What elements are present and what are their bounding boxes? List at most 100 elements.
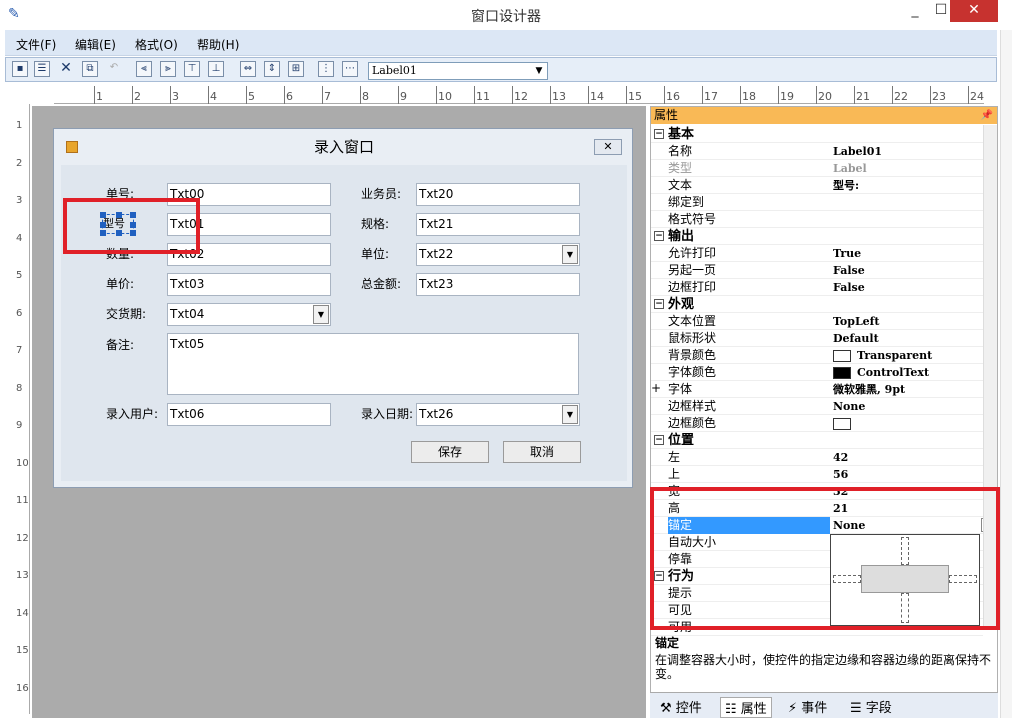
control-selector-combo[interactable]: Label01 ▼ — [368, 62, 548, 80]
property-row[interactable]: 上 56 — [651, 466, 983, 483]
property-row[interactable]: 文本位置 TopLeft — [651, 313, 983, 330]
cancel-button[interactable]: 取消 — [503, 441, 581, 463]
property-value[interactable]: Label01 — [833, 143, 981, 160]
collapse-icon[interactable]: − — [654, 435, 664, 445]
field-unit-price[interactable]: Txt03 — [167, 273, 331, 296]
property-value[interactable]: Label — [833, 160, 981, 177]
align-top-icon[interactable]: ⊤ — [184, 61, 200, 77]
property-row[interactable]: 绑定到 — [651, 194, 983, 211]
property-category[interactable]: − 输出 — [651, 228, 983, 245]
property-row[interactable]: + 字体 微软雅黑, 9pt — [651, 381, 983, 398]
label-entry-user[interactable]: 录入用户: — [106, 405, 158, 422]
property-value[interactable]: False — [833, 262, 981, 279]
collapse-icon[interactable]: − — [654, 231, 664, 241]
copy-icon[interactable]: ⧉ — [82, 61, 98, 77]
tab-fields[interactable]: ☰ 字段 — [850, 697, 892, 716]
undo-icon[interactable]: ↶ — [106, 61, 122, 77]
property-row[interactable]: 鼠标形状 Default — [651, 330, 983, 347]
chevron-down-icon[interactable]: ▼ — [562, 245, 578, 264]
same-size-icon[interactable]: ⊞ — [288, 61, 304, 77]
property-category[interactable]: − 外观 — [651, 296, 983, 313]
chevron-down-icon[interactable]: ▼ — [313, 305, 329, 324]
property-value[interactable] — [833, 211, 981, 228]
label-entry-date[interactable]: 录入日期: — [361, 405, 413, 422]
same-width-icon[interactable]: ⇔ — [240, 61, 256, 77]
property-row[interactable]: 类型 Label — [651, 160, 983, 177]
property-row[interactable]: 文本 型号: — [651, 177, 983, 194]
form-close-icon[interactable]: ✕ — [594, 139, 622, 155]
property-value-text: 42 — [833, 451, 849, 464]
property-row[interactable]: 边框打印 False — [651, 279, 983, 296]
property-value[interactable]: None — [833, 398, 981, 415]
label-remark[interactable]: 备注: — [106, 336, 134, 353]
pin-icon[interactable]: 📌 — [981, 107, 993, 124]
property-value[interactable]: 型号: — [833, 177, 981, 194]
property-row[interactable]: 左 42 — [651, 449, 983, 466]
form-window[interactable]: 录入窗口 ✕ 单号: 数量: 单价: 交货期: 备注: 录入用户: 业务员: 规… — [53, 128, 633, 488]
property-value[interactable]: 微软雅黑, 9pt — [833, 381, 981, 398]
property-value[interactable]: 56 — [833, 466, 981, 483]
property-row[interactable]: 边框颜色 — [651, 415, 983, 432]
property-value[interactable] — [833, 415, 981, 432]
chevron-down-icon[interactable]: ▼ — [531, 63, 547, 79]
ruler-tick — [360, 86, 361, 104]
window-scrollbar[interactable] — [1000, 30, 1012, 718]
menu-edit[interactable]: 编辑(E) — [75, 36, 116, 53]
field-total[interactable]: Txt23 — [416, 273, 580, 296]
field-delivery[interactable]: Txt04 ▼ — [167, 303, 331, 326]
horizontal-spacing-icon[interactable]: ⋯ — [342, 61, 358, 77]
label-delivery[interactable]: 交货期: — [106, 305, 146, 322]
cut-icon[interactable]: ✕ — [58, 61, 74, 77]
property-value[interactable]: TopLeft — [833, 313, 981, 330]
tab-events[interactable]: ⚡ 事件 — [788, 697, 827, 716]
label-spec[interactable]: 规格: — [361, 215, 389, 232]
property-row[interactable]: 名称 Label01 — [651, 143, 983, 160]
collapse-icon[interactable]: − — [654, 299, 664, 309]
align-left-icon[interactable]: ⫷ — [136, 61, 152, 77]
property-value[interactable]: 42 — [833, 449, 981, 466]
tab-properties[interactable]: ☷ 属性 — [720, 697, 772, 718]
property-row[interactable]: 背景颜色 Transparent — [651, 347, 983, 364]
property-value[interactable]: Transparent — [833, 347, 981, 364]
property-category[interactable]: − 位置 — [651, 432, 983, 449]
menu-help[interactable]: 帮助(H) — [197, 36, 239, 53]
maximize-button[interactable]: ☐ — [930, 0, 952, 22]
field-spec[interactable]: Txt21 — [416, 213, 580, 236]
property-value[interactable]: ControlText — [833, 364, 981, 381]
ruler-tick-label: 18 — [742, 90, 756, 103]
expand-icon[interactable]: + — [651, 381, 661, 395]
label-salesman[interactable]: 业务员: — [361, 185, 401, 202]
menu-format[interactable]: 格式(O) — [135, 36, 178, 53]
align-bottom-icon[interactable]: ⊥ — [208, 61, 224, 77]
minimize-button[interactable]: _ — [904, 0, 926, 22]
tab-controls[interactable]: ⚒ 控件 — [660, 697, 702, 716]
label-unit[interactable]: 单位: — [361, 245, 389, 262]
label-unit-price[interactable]: 单价: — [106, 275, 134, 292]
chevron-down-icon[interactable]: ▼ — [562, 405, 578, 424]
property-row[interactable]: 格式符号 — [651, 211, 983, 228]
same-height-icon[interactable]: ⇕ — [264, 61, 280, 77]
property-row[interactable]: 边框样式 None — [651, 398, 983, 415]
property-category[interactable]: − 基本 — [651, 126, 983, 143]
label-total[interactable]: 总金额: — [361, 275, 401, 292]
field-entry-user[interactable]: Txt06 — [167, 403, 331, 426]
field-salesman[interactable]: Txt20 — [416, 183, 580, 206]
property-row[interactable]: 允许打印 True — [651, 245, 983, 262]
field-remark[interactable]: Txt05 — [167, 333, 579, 395]
properties-icon[interactable]: ☰ — [34, 61, 50, 77]
save-button[interactable]: 保存 — [411, 441, 489, 463]
field-entry-date[interactable]: Txt26 ▼ — [416, 403, 580, 426]
property-row[interactable]: 字体颜色 ControlText — [651, 364, 983, 381]
property-value[interactable]: Default — [833, 330, 981, 347]
property-value[interactable] — [833, 194, 981, 211]
property-row[interactable]: 另起一页 False — [651, 262, 983, 279]
field-unit[interactable]: Txt22 ▼ — [416, 243, 580, 266]
save-icon[interactable]: ▪ — [12, 61, 28, 77]
property-value[interactable]: True — [833, 245, 981, 262]
close-button[interactable]: ✕ — [950, 0, 998, 22]
align-right-icon[interactable]: ⫸ — [160, 61, 176, 77]
property-value[interactable]: False — [833, 279, 981, 296]
vertical-spacing-icon[interactable]: ⋮ — [318, 61, 334, 77]
menu-file[interactable]: 文件(F) — [16, 36, 56, 53]
collapse-icon[interactable]: − — [654, 129, 664, 139]
